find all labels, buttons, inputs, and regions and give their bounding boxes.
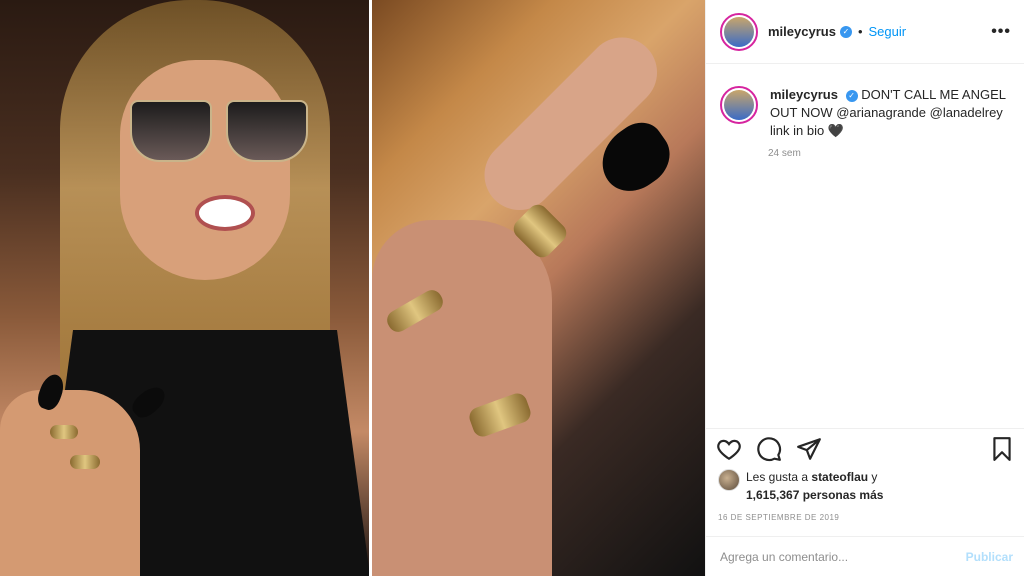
comment-input[interactable] [718, 548, 966, 565]
avatar[interactable] [720, 86, 758, 124]
verified-badge-icon: ✓ [839, 25, 852, 38]
comment-bar: Publicar [706, 536, 1024, 576]
post-photo-left [0, 0, 369, 576]
left-lens [130, 100, 212, 162]
likes-joiner: y [871, 470, 878, 484]
ring-shape [50, 425, 78, 439]
hand-shape [0, 390, 140, 576]
liker-username[interactable]: stateoflau [811, 470, 868, 484]
follow-button[interactable]: Seguir [869, 24, 907, 39]
publish-button[interactable]: Publicar [966, 550, 1013, 564]
avatar-image [724, 90, 754, 120]
post-date: 16 DE SEPTIEMBRE DE 2019 [718, 513, 840, 522]
liker-avatar[interactable] [718, 469, 740, 491]
comment-icon[interactable] [756, 436, 782, 462]
post-header: mileycyrus ✓ • Seguir ••• [706, 0, 1024, 64]
more-horizontal-icon[interactable]: ••• [991, 23, 1011, 41]
heart-icon[interactable] [716, 436, 742, 462]
likes-prefix: Les gusta a [746, 470, 809, 484]
post-side-panel: mileycyrus ✓ • Seguir ••• mileycyrus ✓ D… [705, 0, 1024, 576]
action-bar [706, 428, 1024, 468]
ring-shape [70, 455, 100, 469]
bookmark-icon[interactable] [989, 436, 1015, 462]
right-lens [226, 100, 308, 162]
paper-plane-icon[interactable] [796, 436, 822, 462]
caption-text-block: mileycyrus ✓ DON'T CALL ME ANGEL OUT NOW… [770, 86, 1010, 140]
verified-badge-icon: ✓ [845, 89, 858, 102]
avatar[interactable] [720, 12, 758, 51]
separator: • [857, 24, 863, 39]
avatar-image [724, 16, 754, 47]
likes-text: Les gusta a stateoflau y 1,615,367 perso… [746, 468, 883, 504]
face-shape [120, 60, 290, 280]
username-link[interactable]: mileycyrus [768, 24, 836, 39]
caption: mileycyrus ✓ DON'T CALL ME ANGEL OUT NOW… [706, 64, 1024, 140]
likes-summary: Les gusta a stateoflau y 1,615,367 perso… [718, 468, 883, 504]
mouth-shape [195, 195, 255, 231]
caption-username[interactable]: mileycyrus [770, 87, 838, 102]
likes-count[interactable]: 1,615,367 personas más [746, 488, 883, 502]
post-time-ago[interactable]: 24 sem [768, 148, 1024, 159]
sunglasses [130, 100, 310, 162]
